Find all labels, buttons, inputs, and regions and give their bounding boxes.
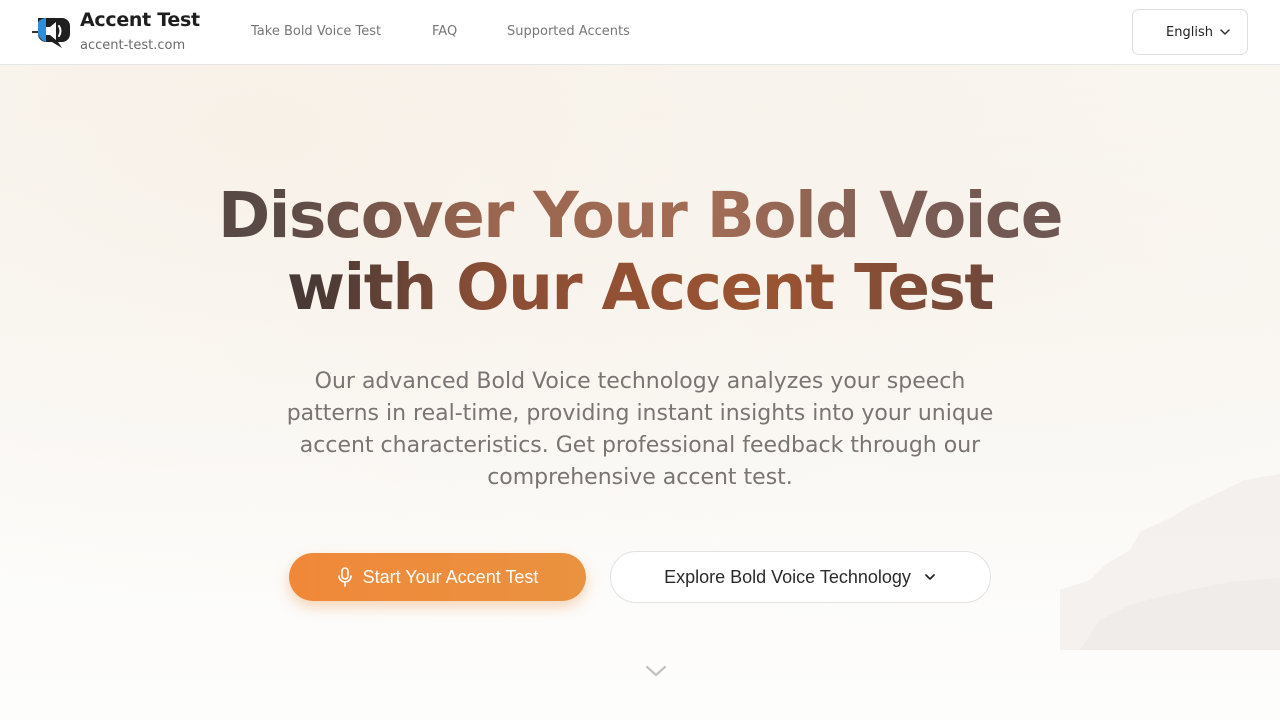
nav-faq[interactable]: FAQ [432,24,457,39]
start-accent-test-label: Start Your Accent Test [362,566,539,587]
hero-subtitle: Our advanced Bold Voice technology analy… [286,369,994,490]
speaker-chat-icon[interactable] [32,14,72,50]
site-header: Accent Test accent-test.com Take Bold Vo… [0,0,1280,65]
brand-domain: accent-test.com [80,38,186,53]
explore-bold-voice-label: Explore Bold Voice Technology [664,566,911,587]
hero-title-line-2: with Our Accent Test [0,252,1280,324]
language-selector[interactable]: English [1132,9,1248,55]
decorative-mountain-illustration [1060,474,1280,650]
microphone-icon [337,567,352,587]
nav-take-bold-voice-test[interactable]: Take Bold Voice Test [251,24,381,39]
scroll-down-chevron-icon[interactable] [645,662,667,680]
hero-title: Discover Your Bold Voice with Our Accent… [0,180,1280,324]
chevron-down-icon [1220,29,1230,35]
hero-title-line-1: Discover Your Bold Voice [0,180,1280,252]
chevron-down-icon [925,574,935,580]
start-accent-test-button[interactable]: Start Your Accent Test [289,553,586,601]
nav-supported-accents[interactable]: Supported Accents [507,24,630,39]
language-label: English [1166,24,1213,40]
brand-title[interactable]: Accent Test [80,9,200,31]
explore-bold-voice-button[interactable]: Explore Bold Voice Technology [610,551,991,603]
